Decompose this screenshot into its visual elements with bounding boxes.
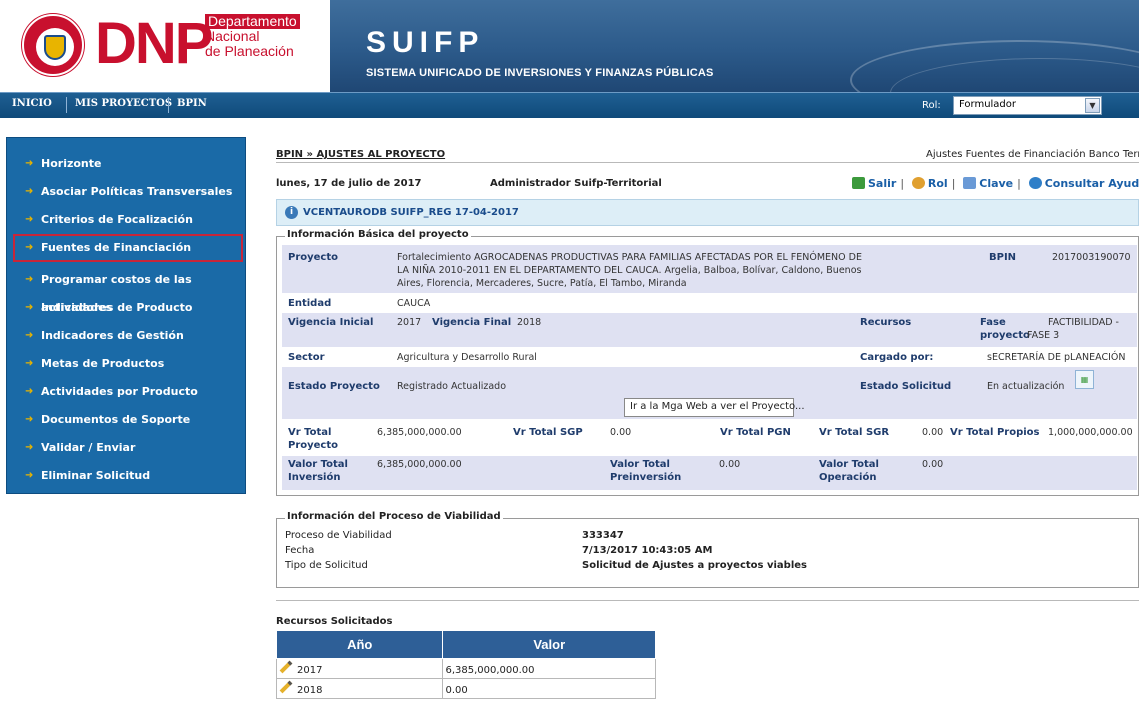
grid-icon[interactable]: ▦ [1075, 370, 1094, 389]
row-proyecto: Proyecto Fortalecimiento AGROCADENAS PRO… [282, 245, 1137, 293]
sidebar-item-politicas[interactable]: ➜ Asociar Políticas Transversales [7, 178, 245, 206]
rol-label: Rol: [922, 100, 941, 111]
header: DNP Departamento Nacional de Planeación … [0, 0, 1139, 92]
rol-select[interactable]: Formulador ▼ [953, 96, 1102, 115]
sidebar-item-actividades[interactable]: ➜ Actividades por Producto [7, 378, 245, 406]
sidebar-item-fuentes[interactable]: ➜ Fuentes de Financiación [13, 234, 243, 262]
divider [276, 600, 1139, 601]
help-icon [1028, 177, 1042, 189]
nav-inicio[interactable]: INICIO [12, 98, 52, 109]
info-bar: i VCENTAURODB SUIFP_REG 17-04-2017 [276, 199, 1139, 226]
recursos-title: Recursos Solicitados [276, 616, 393, 627]
exit-icon [852, 177, 865, 189]
dnp-logo[interactable]: DNP Departamento Nacional de Planeación [0, 0, 330, 92]
arrow-right-icon: ➜ [25, 442, 34, 453]
clave-link[interactable]: Clave [963, 177, 1013, 190]
arrow-right-icon: ➜ [25, 242, 34, 253]
arrow-right-icon: ➜ [25, 386, 34, 397]
nav-bpin[interactable]: BPIN [177, 98, 207, 109]
chevron-down-icon[interactable]: ▼ [1085, 98, 1100, 113]
table-row: 2017 6,385,000,000.00 [275, 658, 656, 679]
col-anio[interactable]: Año [275, 630, 444, 659]
recursos-table: Año Valor 2017 6,385,000,000.00 2018 0.0… [275, 630, 656, 699]
bpin-value: 2017003190070 [1052, 252, 1131, 263]
arrow-right-icon: ➜ [25, 330, 34, 341]
sidebar-item-horizonte[interactable]: ➜ Horizonte [7, 150, 245, 178]
dnp-brand-subtitle: Departamento Nacional de Planeación [205, 14, 300, 59]
sidebar-item-eliminar[interactable]: ➜ Eliminar Solicitud [7, 462, 245, 490]
app-banner: SUIFP SISTEMA UNIFICADO DE INVERSIONES Y… [330, 0, 1139, 92]
row-entidad: Entidad CAUCA [288, 298, 431, 309]
current-date: lunes, 17 de julio de 2017 [276, 178, 422, 189]
salir-link[interactable]: Salir [852, 177, 896, 190]
sidebar-item-criterios[interactable]: ➜ Criterios de Focalización [7, 206, 245, 234]
table-row: 2018 0.00 [275, 678, 656, 699]
info-text: VCENTAURODB SUIFP_REG 17-04-2017 [303, 207, 519, 218]
key-icon [963, 177, 977, 189]
info-icon: i [285, 206, 298, 219]
viabilidad-fieldset: Información del Proceso de Viabilidad Pr… [276, 511, 1139, 588]
arrow-right-icon: ➜ [25, 414, 34, 425]
dnp-brand: DNP [95, 11, 213, 76]
sidebar-item-programar-costos[interactable]: ➜ Programar costos de las actividades [7, 266, 245, 314]
sidebar: ➜ Horizonte ➜ Asociar Políticas Transversa… [6, 137, 246, 494]
sidebar-item-indicadores-gestion[interactable]: ➜ Indicadores de Gestión [7, 322, 245, 350]
arrow-right-icon: ➜ [25, 302, 34, 313]
row-vr-total: Vr Total Proyecto 6,385,000,000.00 Vr To… [288, 427, 1133, 451]
app-subtitle: SISTEMA UNIFICADO DE INVERSIONES Y FINAN… [366, 67, 714, 79]
arrow-right-icon: ➜ [25, 186, 34, 197]
user-icon [911, 177, 925, 189]
app-title: SUIFP [366, 26, 485, 59]
page-title: Ajustes Fuentes de Financiación Banco Te… [926, 149, 1139, 160]
top-links: Salir| Rol| Clave| Consultar Ayuda| [852, 177, 1139, 190]
mga-web-button[interactable]: Ir a la Mga Web a ver el Proyecto... [624, 398, 805, 417]
basic-info-legend: Información Básica del proyecto [285, 229, 471, 240]
col-valor[interactable]: Valor [442, 630, 656, 659]
sidebar-item-indicadores-producto[interactable]: ➜ Indicadores de Producto [7, 294, 245, 322]
arrow-right-icon: ➜ [25, 214, 34, 225]
viabilidad-legend: Información del Proceso de Viabilidad [285, 511, 503, 522]
proceso-viabilidad-value: 333347 [582, 530, 624, 541]
sidebar-item-documentos[interactable]: ➜ Documentos de Soporte [7, 406, 245, 434]
colombia-seal-icon [22, 14, 84, 76]
fecha-value: 7/13/2017 10:43:05 AM [582, 545, 713, 556]
ayuda-link[interactable]: Consultar Ayuda [1028, 177, 1139, 190]
row-vigencia: Vigencia Inicial 2017 Vigencia Final 201… [282, 313, 1137, 347]
edit-pencil-icon[interactable] [279, 660, 293, 674]
sidebar-item-validar[interactable]: ➜ Validar / Enviar [7, 434, 245, 462]
tipo-solicitud-value: Solicitud de Ajustes a proyectos viables [582, 560, 807, 571]
divider [276, 162, 1139, 163]
row-valor-total: Valor Total Inversión 6,385,000,000.00 V… [282, 456, 1137, 490]
sidebar-item-metas[interactable]: ➜ Metas de Productos [7, 350, 245, 378]
current-user: Administrador Suifp-Territorial [490, 178, 662, 189]
arrow-right-icon: ➜ [25, 158, 34, 169]
arrow-right-icon: ➜ [25, 358, 34, 369]
breadcrumb[interactable]: BPIN » AJUSTES AL PROYECTO [276, 149, 445, 160]
rol-link[interactable]: Rol [911, 177, 948, 190]
arrow-right-icon: ➜ [25, 274, 34, 285]
row-sector: Sector Agricultura y Desarrollo Rural Ca… [288, 352, 1126, 363]
arrow-right-icon: ➜ [25, 470, 34, 481]
nav-mis-proyectos[interactable]: MIS PROYECTOS [75, 98, 172, 109]
top-navbar: INICIO MIS PROYECTOS BPIN Rol: Formulado… [0, 92, 1139, 118]
edit-pencil-icon[interactable] [279, 680, 293, 694]
basic-info-fieldset: Información Básica del proyecto Proyecto… [276, 229, 1139, 496]
